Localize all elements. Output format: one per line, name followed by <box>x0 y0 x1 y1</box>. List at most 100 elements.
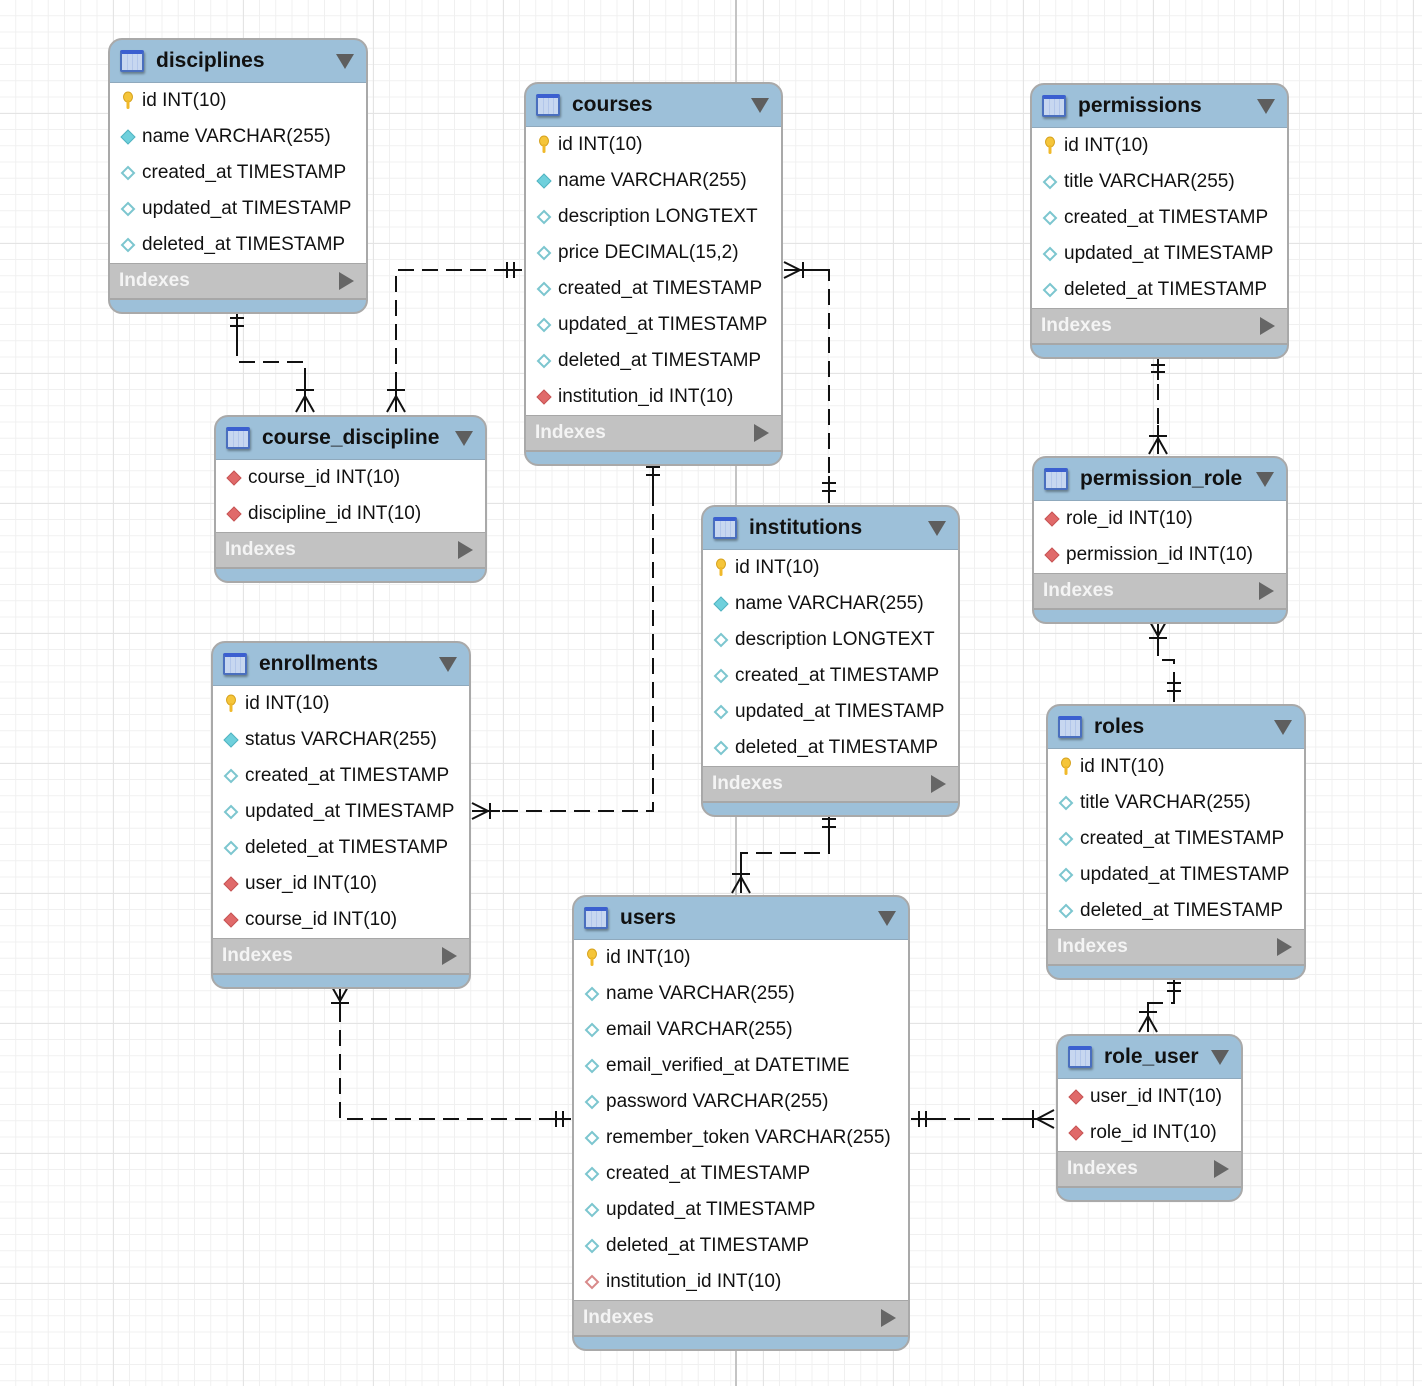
column-row[interactable]: remember_token VARCHAR(255) <box>574 1120 908 1156</box>
column-row[interactable]: course_id INT(10) <box>216 460 485 496</box>
column-row[interactable]: role_id INT(10) <box>1034 501 1286 537</box>
column-row[interactable]: created_at TIMESTAMP <box>1048 821 1304 857</box>
column-row[interactable]: created_at TIMESTAMP <box>213 758 469 794</box>
expand-indexes-icon[interactable] <box>1259 582 1274 600</box>
table-header[interactable]: users <box>574 897 908 939</box>
column-row[interactable]: created_at TIMESTAMP <box>526 271 781 307</box>
table-header[interactable]: institutions <box>703 507 958 549</box>
column-row[interactable]: updated_at TIMESTAMP <box>703 694 958 730</box>
table-header[interactable]: roles <box>1048 706 1304 748</box>
indexes-section[interactable]: Indexes <box>1058 1151 1241 1188</box>
column-row[interactable]: created_at TIMESTAMP <box>574 1156 908 1192</box>
indexes-section[interactable]: Indexes <box>1048 929 1304 966</box>
relationship-courses-course-discipline[interactable] <box>395 269 510 390</box>
collapse-toggle-icon[interactable] <box>751 97 769 113</box>
indexes-section[interactable]: Indexes <box>1032 308 1287 345</box>
collapse-toggle-icon[interactable] <box>1211 1049 1229 1065</box>
relationship-courses-enrollments[interactable] <box>490 490 654 812</box>
column-row[interactable]: user_id INT(10) <box>213 866 469 902</box>
column-row[interactable]: permission_id INT(10) <box>1034 537 1286 573</box>
table-courses[interactable]: courses id INT(10) name VARCHAR(255) descr… <box>524 82 783 466</box>
relationship-roles-role-user[interactable] <box>1147 990 1175 1012</box>
column-row[interactable]: name VARCHAR(255) <box>110 119 366 155</box>
indexes-section[interactable]: Indexes <box>213 938 469 975</box>
expand-indexes-icon[interactable] <box>931 775 946 793</box>
collapse-toggle-icon[interactable] <box>1274 719 1292 735</box>
column-row[interactable]: deleted_at TIMESTAMP <box>574 1228 908 1264</box>
column-row[interactable]: created_at TIMESTAMP <box>110 155 366 191</box>
column-row[interactable]: name VARCHAR(255) <box>574 976 908 1012</box>
column-row[interactable]: user_id INT(10) <box>1058 1079 1241 1115</box>
column-row[interactable]: deleted_at TIMESTAMP <box>1048 893 1304 929</box>
indexes-section[interactable]: Indexes <box>110 263 366 300</box>
column-row[interactable]: id INT(10) <box>1048 749 1304 785</box>
collapse-toggle-icon[interactable] <box>928 520 946 536</box>
column-row[interactable]: updated_at TIMESTAMP <box>574 1192 908 1228</box>
expand-indexes-icon[interactable] <box>339 272 354 290</box>
expand-indexes-icon[interactable] <box>754 424 769 442</box>
column-row[interactable]: id INT(10) <box>574 940 908 976</box>
table-header[interactable]: courses <box>526 84 781 126</box>
table-permission-role[interactable]: permission_role role_id INT(10) permissio… <box>1032 456 1288 624</box>
expand-indexes-icon[interactable] <box>881 1309 896 1327</box>
column-row[interactable]: deleted_at TIMESTAMP <box>1032 272 1287 308</box>
column-row[interactable]: deleted_at TIMESTAMP <box>703 730 958 766</box>
table-permissions[interactable]: permissions id INT(10) title VARCHAR(255)… <box>1030 83 1289 359</box>
collapse-toggle-icon[interactable] <box>336 53 354 69</box>
relationship-institutions-users[interactable] <box>740 838 830 872</box>
column-row[interactable]: institution_id INT(10) <box>574 1264 908 1300</box>
column-row[interactable]: deleted_at TIMESTAMP <box>110 227 366 263</box>
column-row[interactable]: id INT(10) <box>526 127 781 163</box>
column-row[interactable]: title VARCHAR(255) <box>1048 785 1304 821</box>
column-row[interactable]: course_id INT(10) <box>213 902 469 938</box>
expand-indexes-icon[interactable] <box>458 541 473 559</box>
expand-indexes-icon[interactable] <box>442 947 457 965</box>
column-row[interactable]: price DECIMAL(15,2) <box>526 235 781 271</box>
column-row[interactable]: id INT(10) <box>1032 128 1287 164</box>
collapse-toggle-icon[interactable] <box>1256 471 1274 487</box>
column-row[interactable]: title VARCHAR(255) <box>1032 164 1287 200</box>
expand-indexes-icon[interactable] <box>1260 317 1275 335</box>
expand-indexes-icon[interactable] <box>1214 1160 1229 1178</box>
indexes-section[interactable]: Indexes <box>526 415 781 452</box>
column-row[interactable]: description LONGTEXT <box>703 622 958 658</box>
table-enrollments[interactable]: enrollments id INT(10) status VARCHAR(255… <box>211 641 471 989</box>
indexes-section[interactable]: Indexes <box>216 532 485 569</box>
collapse-toggle-icon[interactable] <box>455 430 473 446</box>
column-row[interactable]: email VARCHAR(255) <box>574 1012 908 1048</box>
table-header[interactable]: role_user <box>1058 1036 1241 1078</box>
table-users[interactable]: users id INT(10) name VARCHAR(255) email V… <box>572 895 910 1351</box>
indexes-section[interactable]: Indexes <box>574 1300 908 1337</box>
column-row[interactable]: password VARCHAR(255) <box>574 1084 908 1120</box>
column-row[interactable]: name VARCHAR(255) <box>526 163 781 199</box>
table-header[interactable]: permission_role <box>1034 458 1286 500</box>
table-header[interactable]: enrollments <box>213 643 469 685</box>
column-row[interactable]: created_at TIMESTAMP <box>1032 200 1287 236</box>
collapse-toggle-icon[interactable] <box>439 656 457 672</box>
column-row[interactable]: updated_at TIMESTAMP <box>1032 236 1287 272</box>
column-row[interactable]: email_verified_at DATETIME <box>574 1048 908 1084</box>
column-row[interactable]: updated_at TIMESTAMP <box>526 307 781 343</box>
column-row[interactable]: name VARCHAR(255) <box>703 586 958 622</box>
column-row[interactable]: discipline_id INT(10) <box>216 496 485 532</box>
column-row[interactable]: updated_at TIMESTAMP <box>213 794 469 830</box>
table-disciplines[interactable]: disciplines id INT(10) name VARCHAR(255) c… <box>108 38 368 314</box>
relationship-institutions-courses[interactable] <box>800 269 830 480</box>
column-row[interactable]: id INT(10) <box>110 83 366 119</box>
column-row[interactable]: status VARCHAR(255) <box>213 722 469 758</box>
column-row[interactable]: deleted_at TIMESTAMP <box>213 830 469 866</box>
table-course-discipline[interactable]: course_discipline course_id INT(10) disci… <box>214 415 487 583</box>
column-row[interactable]: institution_id INT(10) <box>526 379 781 415</box>
table-header[interactable]: permissions <box>1032 85 1287 127</box>
column-row[interactable]: role_id INT(10) <box>1058 1115 1241 1151</box>
column-row[interactable]: description LONGTEXT <box>526 199 781 235</box>
column-row[interactable]: updated_at TIMESTAMP <box>1048 857 1304 893</box>
column-row[interactable]: deleted_at TIMESTAMP <box>526 343 781 379</box>
table-role-user[interactable]: role_user user_id INT(10) role_id INT(10)… <box>1056 1034 1243 1202</box>
collapse-toggle-icon[interactable] <box>1257 98 1275 114</box>
relationship-roles-permission-role[interactable] <box>1157 640 1175 680</box>
collapse-toggle-icon[interactable] <box>878 910 896 926</box>
table-roles[interactable]: roles id INT(10) title VARCHAR(255) create… <box>1046 704 1306 980</box>
expand-indexes-icon[interactable] <box>1277 938 1292 956</box>
indexes-section[interactable]: Indexes <box>1034 573 1286 610</box>
